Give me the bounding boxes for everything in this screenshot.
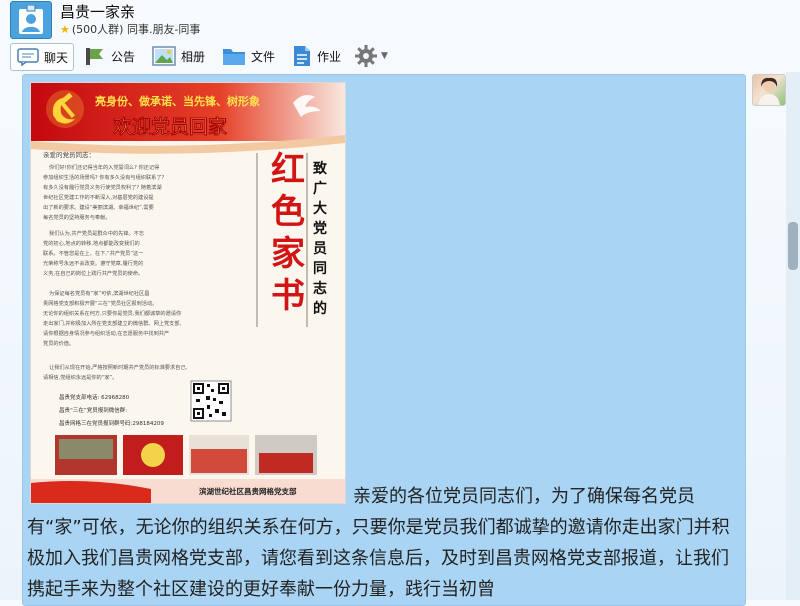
- message-text: 亲爱的各位党员同志们，为了确保每名党员有“家”可依，无论你的组织关系在何方，只要…: [27, 486, 730, 600]
- poster-wechat-label: 昌贵“三在”党员报到微信群:: [59, 406, 127, 414]
- scrollbar-thumb[interactable]: [788, 222, 798, 270]
- svg-text:员: 员: [313, 241, 327, 257]
- poster-image[interactable]: 亮身份、做承诺、当先锋、树形象 欢迎党员回家 亲爱的党员同志： 你们好!你们还记…: [31, 83, 345, 503]
- toolbar: 聊天 公告 相册 文件 作业 ▼: [0, 40, 800, 72]
- svg-text:出了新的要求。建设“美丽滨湖、幸福世纪”,需要: 出了新的要求。建设“美丽滨湖、幸福世纪”,需要: [43, 203, 154, 211]
- svg-text:每名党员的坚持服务与奉献。: 每名党员的坚持服务与奉献。: [43, 213, 110, 221]
- tab-announcement[interactable]: 公告: [84, 43, 135, 69]
- person-photo-icon: [758, 77, 780, 105]
- svg-text:党的初心,地点的转移,地点都能改变我们的: 党的初心,地点的转移,地点都能改变我们的: [43, 239, 140, 247]
- svg-text:党员的价值。: 党员的价值。: [43, 339, 74, 347]
- group-subtitle: ★ (500人群) 同事.朋友-同事: [60, 21, 200, 37]
- star-icon: ★: [60, 23, 70, 36]
- svg-text:同: 同: [313, 261, 327, 277]
- svg-text:家: 家: [271, 234, 305, 274]
- poster-wechat-id: 昌贵网格三在党员报到群号码:298184209: [59, 419, 164, 427]
- chat-message-bubble: 亮身份、做承诺、当先锋、树形象 欢迎党员回家 亲爱的党员同志： 你们好!你们还记…: [22, 74, 746, 606]
- group-avatar[interactable]: [10, 1, 52, 39]
- svg-text:走出家门,并积极加入所在党支部建立的微信群、网上党支部,: 走出家门,并积极加入所在党支部建立的微信群、网上党支部,: [43, 319, 182, 327]
- svg-text:有多久没有履行党员义务行使党员权利了? 随着滨湖: 有多久没有履行党员义务行使党员权利了? 随着滨湖: [43, 183, 162, 191]
- sender-avatar[interactable]: [752, 74, 786, 106]
- tab-chat[interactable]: 聊天: [10, 43, 74, 71]
- folder-icon: [222, 46, 246, 66]
- svg-text:请相信,党组织永远是你的“家”。: 请相信,党组织永远是你的“家”。: [43, 373, 117, 381]
- svg-text:广: 广: [313, 180, 327, 197]
- announcement-icon: [84, 46, 106, 66]
- person-badge-icon: [19, 5, 43, 34]
- poster-salutation: 亲爱的党员同志：: [43, 150, 95, 159]
- poster-banner-title: 欢迎党员回家: [112, 115, 228, 138]
- poster-graphic: 亮身份、做承诺、当先锋、树形象 欢迎党员回家 亲爱的党员同志： 你们好!你们还记…: [31, 83, 345, 503]
- qr-code-icon: [190, 380, 232, 422]
- gear-icon: [354, 44, 378, 68]
- photo-album-icon: [152, 46, 176, 66]
- group-title: 昌贵一家亲: [60, 3, 136, 21]
- tab-announcement-label: 公告: [111, 49, 136, 64]
- settings-dropdown[interactable]: ▼: [354, 43, 388, 69]
- chat-icon: [17, 48, 39, 66]
- svg-text:世纪社区党建工作的不断深入,对基层党的建设提: 世纪社区党建工作的不断深入,对基层党的建设提: [43, 193, 154, 201]
- svg-text:无论你的组织关系在何方,只要你是党员,我们都诚挚的邀请你: 无论你的组织关系在何方,只要你是党员,我们都诚挚的邀请你: [43, 309, 181, 317]
- tab-album-label: 相册: [181, 49, 206, 64]
- vertical-scrollbar[interactable]: [786, 72, 800, 600]
- svg-text:联系。不管您是在上、在下,“共产党员”这一: 联系。不管您是在上、在下,“共产党员”这一: [43, 249, 143, 257]
- chevron-down-icon: ▼: [381, 51, 388, 61]
- tab-files-label: 文件: [251, 49, 276, 64]
- group-subtitle-text: (500人群) 同事.朋友-同事: [71, 23, 201, 36]
- poster-phone: 昌贵党支部电话: 62968280: [59, 393, 130, 401]
- svg-text:让我们从现在开始,严格按照新时期共产党员的标准要求自己,: 让我们从现在开始,严格按照新时期共产党员的标准要求自己,: [49, 363, 188, 371]
- svg-text:请你根据自身情况参与组织活动,在志愿服务中找到共产: 请你根据自身情况参与组织活动,在志愿服务中找到共产: [43, 329, 169, 337]
- tab-album[interactable]: 相册: [152, 43, 205, 69]
- tab-homework[interactable]: 作业: [292, 43, 341, 69]
- tab-files[interactable]: 文件: [222, 43, 275, 69]
- title-bar: 昌贵一家亲 ★ (500人群) 同事.朋友-同事: [0, 0, 800, 40]
- tab-chat-label: 聊天: [44, 50, 69, 65]
- svg-text:光荣称号永远不会改变。遵守党章,履行党的: 光荣称号永远不会改变。遵守党章,履行党的: [43, 259, 143, 267]
- svg-text:色: 色: [271, 192, 305, 232]
- svg-text:你们好!你们还记得当年的入党誓词么? 你还记得: 你们好!你们还记得当年的入党誓词么? 你还记得: [49, 163, 159, 171]
- svg-text:参加组织生活的场景吗? 你有多久没有与组织联系了?: 参加组织生活的场景吗? 你有多久没有与组织联系了?: [43, 173, 165, 181]
- svg-text:红: 红: [271, 150, 305, 190]
- svg-text:为保证每名党员有“家”可依,滨湖世纪社区昌: 为保证每名党员有“家”可依,滨湖世纪社区昌: [49, 289, 149, 297]
- svg-text:义务,在自己的岗位上践行共产党员的使命。: 义务,在自己的岗位上践行共产党员的使命。: [43, 269, 143, 277]
- svg-text:大: 大: [313, 200, 327, 217]
- homework-icon: [292, 45, 312, 67]
- tab-homework-label: 作业: [317, 49, 342, 64]
- svg-text:贵网格党支部积极开展“三在”党员社区报到活动。: 贵网格党支部积极开展“三在”党员社区报到活动。: [43, 299, 157, 307]
- svg-text:我们认为,共产党员是群众中的先锋。不忘: 我们认为,共产党员是群众中的先锋。不忘: [49, 229, 144, 237]
- svg-text:党: 党: [313, 220, 327, 237]
- svg-text:志: 志: [313, 280, 327, 297]
- svg-text:书: 书: [271, 276, 305, 316]
- svg-text:致: 致: [313, 160, 328, 177]
- poster-banner-slogan: 亮身份、做承诺、当先锋、树形象: [95, 94, 260, 108]
- svg-text:的: 的: [313, 300, 327, 317]
- hammer-sickle-icon: [46, 90, 84, 128]
